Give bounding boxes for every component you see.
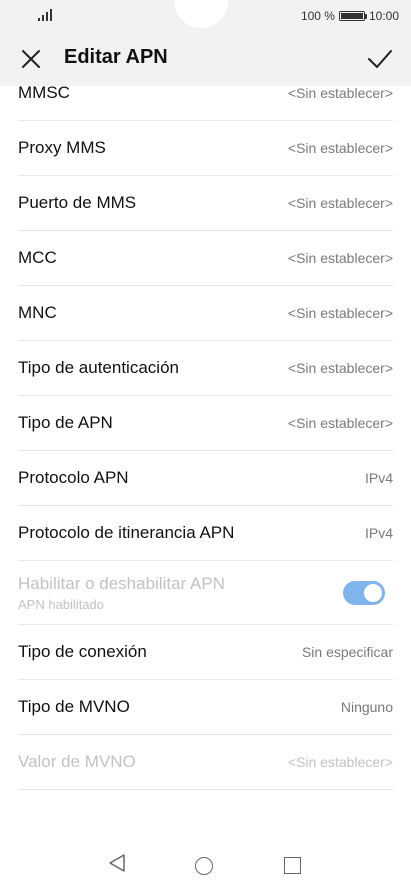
battery-percentage: 100 % xyxy=(300,9,335,23)
setting-label: MMSC xyxy=(18,86,70,102)
setting-value: <Sin establecer> xyxy=(287,86,393,101)
setting-label: Tipo de conexión xyxy=(18,642,147,661)
setting-value: Sin especificar xyxy=(301,644,393,660)
signal-icon xyxy=(38,9,52,21)
setting-value: <Sin establecer> xyxy=(287,195,393,211)
setting-value: <Sin establecer> xyxy=(287,250,393,266)
close-icon[interactable] xyxy=(20,48,42,70)
setting-row-connection-type[interactable]: Tipo de conexión Sin especificar xyxy=(18,625,393,680)
back-icon[interactable] xyxy=(108,853,126,873)
system-navigation-bar xyxy=(0,830,411,892)
apn-settings-list: MMSC <Sin establecer> Proxy MMS <Sin est… xyxy=(0,86,411,830)
setting-row-mvno-value: Valor de MVNO <Sin establecer> xyxy=(18,735,393,790)
setting-value: IPv4 xyxy=(364,470,393,486)
setting-row-apn-roaming-protocol[interactable]: Protocolo de itinerancia APN IPv4 xyxy=(18,506,393,561)
setting-value: IPv4 xyxy=(364,525,393,541)
setting-label: Puerto de MMS xyxy=(18,193,137,212)
setting-row-mms-port[interactable]: Puerto de MMS <Sin establecer> xyxy=(18,176,393,231)
setting-row-auth-type[interactable]: Tipo de autenticación <Sin establecer> xyxy=(18,341,393,396)
setting-label: Protocolo APN xyxy=(18,468,129,487)
recent-apps-icon[interactable] xyxy=(284,857,301,874)
camera-notch xyxy=(174,0,228,28)
setting-value: <Sin establecer> xyxy=(287,415,393,431)
app-bar: Editar APN xyxy=(0,32,411,86)
setting-row-mvno-type[interactable]: Tipo de MVNO Ninguno xyxy=(18,680,393,735)
setting-row-apn-type[interactable]: Tipo de APN <Sin establecer> xyxy=(18,396,393,451)
clock: 10:00 xyxy=(368,9,399,23)
setting-row-mnc[interactable]: MNC <Sin establecer> xyxy=(18,286,393,341)
setting-value: <Sin establecer> xyxy=(287,305,393,321)
setting-label: Tipo de APN xyxy=(18,413,113,432)
setting-value: Ninguno xyxy=(340,699,393,715)
setting-label: Protocolo de itinerancia APN xyxy=(18,523,235,542)
apn-enable-toggle xyxy=(343,580,385,605)
setting-label: Tipo de autenticación xyxy=(18,358,179,377)
setting-row-apn-enable: Habilitar o deshabilitar APN APN habilit… xyxy=(18,561,393,625)
setting-row-mmsc[interactable]: MMSC <Sin establecer> xyxy=(18,86,393,121)
battery-icon xyxy=(338,11,367,21)
setting-sublabel: APN habilitado xyxy=(18,596,104,612)
status-bar: 100 % 10:00 xyxy=(0,0,411,32)
setting-label: Habilitar o deshabilitar APN xyxy=(18,573,225,593)
setting-label: Proxy MMS xyxy=(18,138,106,157)
page-title: Editar APN xyxy=(64,46,168,68)
setting-label: Tipo de MVNO xyxy=(18,697,130,716)
setting-label: Valor de MVNO xyxy=(18,752,136,771)
setting-value: <Sin establecer> xyxy=(287,140,393,156)
setting-value: <Sin establecer> xyxy=(287,360,393,376)
setting-row-apn-protocol[interactable]: Protocolo APN IPv4 xyxy=(18,451,393,506)
setting-label: MNC xyxy=(18,303,57,322)
save-check-icon[interactable] xyxy=(367,47,393,71)
setting-label: MCC xyxy=(18,248,57,267)
setting-row-mcc[interactable]: MCC <Sin establecer> xyxy=(18,231,393,286)
setting-row-proxy-mms[interactable]: Proxy MMS <Sin establecer> xyxy=(18,121,393,176)
home-icon[interactable] xyxy=(195,857,213,875)
setting-value: <Sin establecer> xyxy=(287,754,393,770)
